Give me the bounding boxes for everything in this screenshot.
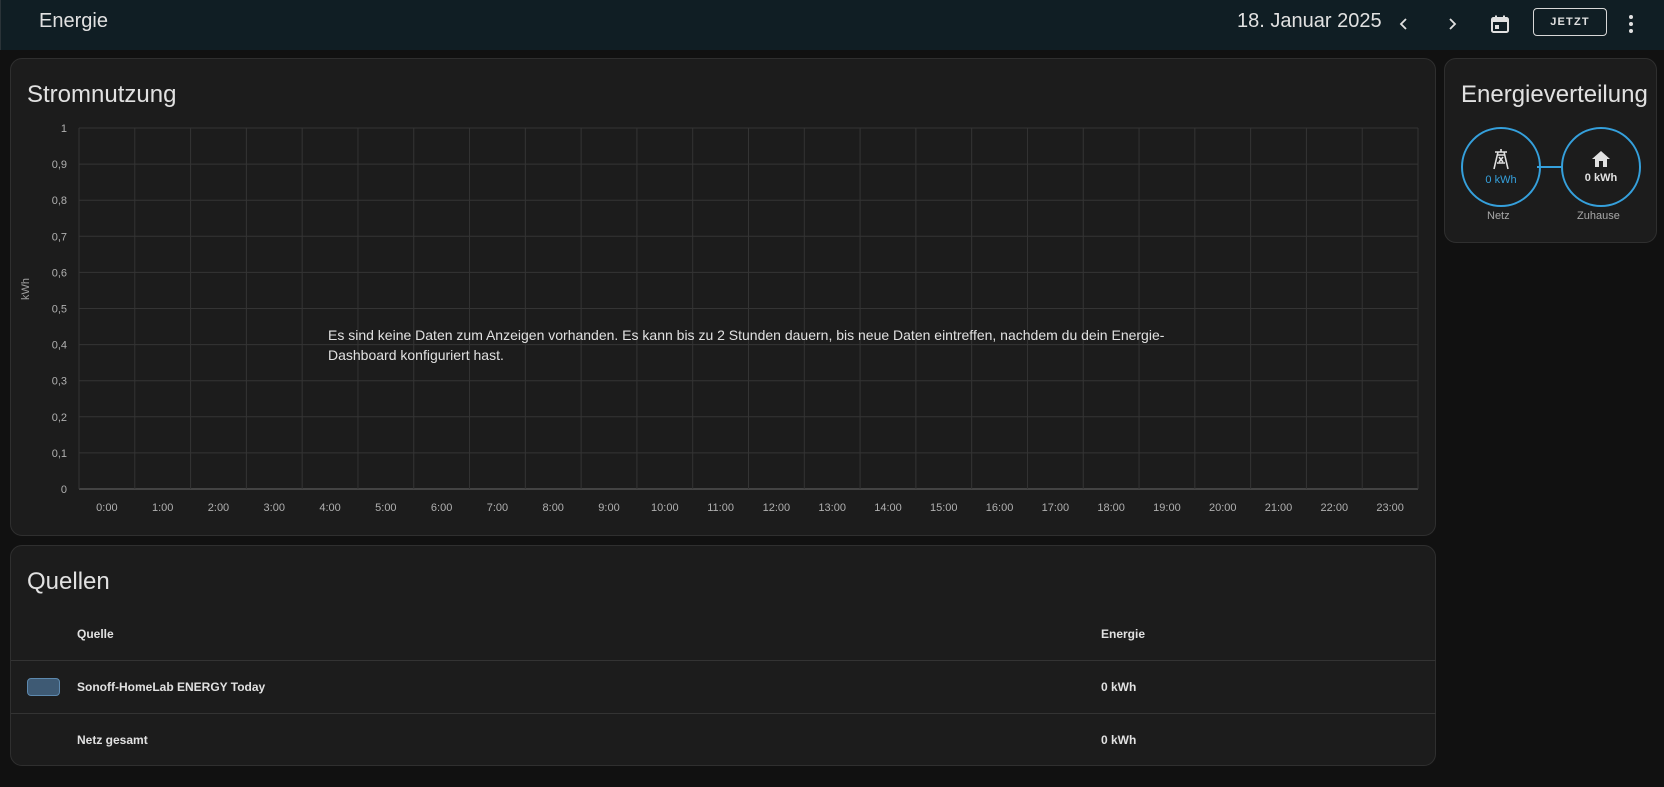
period-date: 18. Januar 2025 xyxy=(1237,10,1382,32)
usage-card-title: Stromnutzung xyxy=(27,81,177,108)
overflow-menu-button[interactable] xyxy=(1615,8,1647,40)
header-divider xyxy=(11,660,1436,661)
chevron-left-icon xyxy=(1399,18,1407,30)
page-title: Energie xyxy=(39,10,108,32)
calendar-icon xyxy=(1491,15,1509,33)
chevron-right-icon xyxy=(1449,18,1457,30)
total-name: Netz gesamt xyxy=(77,733,148,747)
column-header-energy: Energie xyxy=(1101,627,1146,641)
grid-label: Netz xyxy=(1487,210,1510,222)
y-axis-label: kWh xyxy=(20,278,32,300)
next-period-button[interactable] xyxy=(1436,8,1468,40)
sources-card: Quellen xyxy=(10,545,1436,766)
home-label: Zuhause xyxy=(1577,210,1620,222)
source-color-swatch xyxy=(27,678,60,696)
home-icon xyxy=(1592,151,1610,167)
source-value: 0 kWh xyxy=(1101,680,1137,694)
column-header-source: Quelle xyxy=(77,627,114,641)
distribution-card-title: Energieverteilung xyxy=(1461,81,1648,108)
top-app-bar: Energie 18. Januar 2025 JETZT xyxy=(0,0,1664,50)
home-node[interactable]: 0 kWh xyxy=(1561,127,1641,207)
previous-period-button[interactable] xyxy=(1388,8,1420,40)
usage-card: Stromnutzung xyxy=(10,58,1436,536)
grid-node[interactable]: 0 kWh xyxy=(1461,127,1541,207)
more-vertical-icon xyxy=(1629,15,1633,33)
row-divider xyxy=(11,713,1436,714)
no-data-message: Es sind keine Daten zum Anzeigen vorhand… xyxy=(328,327,1165,363)
source-name: Sonoff-HomeLab ENERGY Today xyxy=(77,680,266,694)
now-button[interactable]: JETZT xyxy=(1533,8,1607,36)
home-value: 0 kWh xyxy=(1584,172,1618,184)
sources-card-title: Quellen xyxy=(27,568,110,595)
transmission-tower-icon xyxy=(1493,149,1509,170)
total-value: 0 kWh xyxy=(1101,733,1137,747)
grid-value: 0 kWh xyxy=(1485,174,1517,186)
calendar-button[interactable] xyxy=(1484,8,1516,40)
